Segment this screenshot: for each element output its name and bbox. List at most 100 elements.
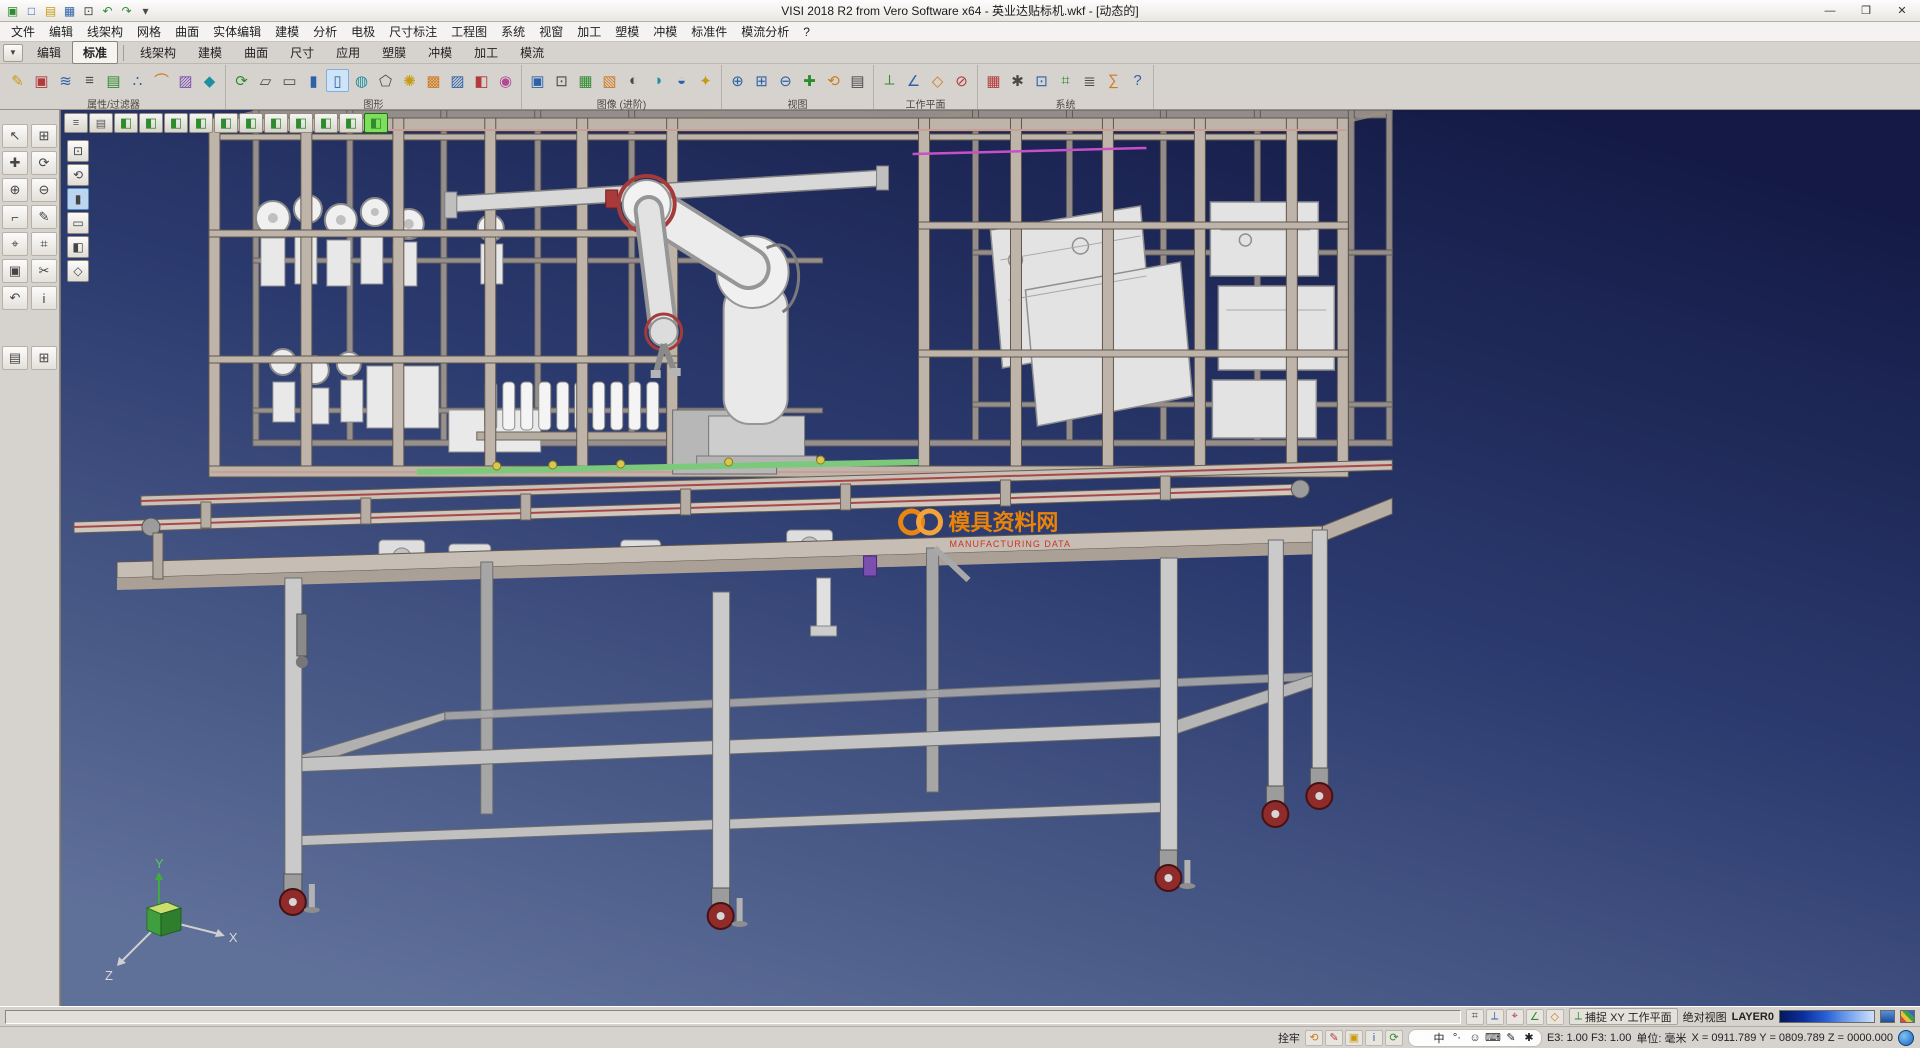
实体编辑[interactable]: 实体编辑 bbox=[206, 21, 268, 42]
filter-surfaces-icon[interactable]: ▨ bbox=[174, 69, 197, 92]
cad-scene-canvas[interactable]: 模具资料网 MANUFACTURING DATA Y X Z bbox=[61, 110, 1920, 1006]
shadow-icon[interactable]: ◐ bbox=[622, 69, 645, 92]
view-iso-nw-icon[interactable]: ◧ bbox=[264, 113, 288, 133]
ribbon-tab[interactable]: 线架构 bbox=[129, 41, 187, 64]
标准件[interactable]: 标准件 bbox=[684, 21, 734, 42]
view-manager-icon[interactable]: ▤ bbox=[89, 113, 113, 133]
ime-toolbox-icon[interactable]: ✱ bbox=[1521, 1030, 1537, 1046]
view-iso-se-icon[interactable]: ◧ bbox=[339, 113, 363, 133]
rotate-cube-icon[interactable]: ⟲ bbox=[67, 164, 89, 186]
3d-viewport[interactable]: ≡▤◧◧◧◧◧◧◧◧◧◧◧ ⊡⟲▮▭◧◇ bbox=[60, 110, 1920, 1006]
tab-overflow-button[interactable]: ▼ bbox=[3, 44, 23, 62]
active-layer-label[interactable]: LAYER0 bbox=[1732, 1011, 1774, 1023]
ribbon-tab[interactable]: 冲模 bbox=[417, 41, 463, 64]
undo-icon[interactable]: ↶ bbox=[98, 2, 117, 19]
workplane-segment[interactable]: ⟂ 捕捉 XY 工作平面 bbox=[1569, 1008, 1678, 1025]
grid-icon[interactable]: ⌗ bbox=[31, 232, 57, 256]
quality-icon[interactable]: ✦ bbox=[694, 69, 717, 92]
new-file-icon[interactable]: □ bbox=[22, 2, 41, 19]
minimize-button[interactable]: — bbox=[1812, 0, 1848, 21]
annotate-icon[interactable]: ✎ bbox=[31, 205, 57, 229]
filter-points-icon[interactable]: ∴ bbox=[126, 69, 149, 92]
print-icon[interactable]: ⊡ bbox=[79, 2, 98, 19]
ime-punctuation-icon[interactable]: °· bbox=[1449, 1030, 1465, 1046]
filter-solids-icon[interactable]: ◆ bbox=[198, 69, 221, 92]
加工[interactable]: 加工 bbox=[570, 21, 608, 42]
perspective-icon[interactable]: ⬠ bbox=[374, 69, 397, 92]
undo-view-icon[interactable]: ↶ bbox=[2, 286, 28, 310]
视窗[interactable]: 视窗 bbox=[532, 21, 570, 42]
zoom-previous-icon[interactable]: ⊖ bbox=[774, 69, 797, 92]
refresh-status-icon[interactable]: ⟳ bbox=[1385, 1030, 1403, 1046]
zoom-all-icon[interactable]: ⊕ bbox=[726, 69, 749, 92]
view-bottom-icon[interactable]: ◧ bbox=[239, 113, 263, 133]
shaded-mode-icon[interactable]: ▮ bbox=[302, 69, 325, 92]
view-right-icon[interactable]: ◧ bbox=[189, 113, 213, 133]
zoom-in-icon[interactable]: ⊕ bbox=[2, 178, 28, 202]
zoom-window-icon[interactable]: ⊞ bbox=[750, 69, 773, 92]
分析[interactable]: 分析 bbox=[306, 21, 344, 42]
select-icon[interactable]: ↖ bbox=[2, 124, 28, 148]
settings-icon[interactable]: ✱ bbox=[1006, 69, 1029, 92]
ribbon-tab[interactable]: 尺寸 bbox=[279, 41, 325, 64]
line-thickness-icon[interactable]: ≡ bbox=[78, 69, 101, 92]
reflection-icon[interactable]: ◑ bbox=[646, 69, 669, 92]
pan-icon[interactable]: ✚ bbox=[798, 69, 821, 92]
塑模[interactable]: 塑模 bbox=[608, 21, 646, 42]
ambient-occlusion-icon[interactable]: ◒ bbox=[670, 69, 693, 92]
workplane-reset-icon[interactable]: ⊘ bbox=[950, 69, 973, 92]
ime-mic-icon[interactable]: ✎ bbox=[1503, 1030, 1519, 1046]
fit-view-icon[interactable]: ⊡ bbox=[67, 140, 89, 162]
view-menu-icon[interactable]: ≡ bbox=[64, 113, 88, 133]
layers-panel-icon[interactable]: ▤ bbox=[2, 346, 28, 370]
zoom-out-icon[interactable]: ⊖ bbox=[31, 178, 57, 202]
rotate-view-icon[interactable]: ⟲ bbox=[822, 69, 845, 92]
view-left-icon[interactable]: ◧ bbox=[164, 113, 188, 133]
print-image-icon[interactable]: ⊡ bbox=[550, 69, 573, 92]
lock-label[interactable]: 拴牢 bbox=[1278, 1030, 1300, 1046]
ribbon-tab[interactable]: 标准 bbox=[72, 41, 118, 64]
filter-curves-icon[interactable]: ⌒ bbox=[150, 69, 173, 92]
measure-icon[interactable]: ⌐ bbox=[2, 205, 28, 229]
dynamic-section-icon[interactable]: ◧ bbox=[470, 69, 493, 92]
曲面[interactable]: 曲面 bbox=[168, 21, 206, 42]
?[interactable]: ? bbox=[796, 23, 817, 41]
shade-toggle-icon[interactable]: ▮ bbox=[67, 188, 89, 210]
save-icon[interactable]: ▦ bbox=[60, 2, 79, 19]
wireframe-mode-icon[interactable]: ▱ bbox=[254, 69, 277, 92]
编辑[interactable]: 编辑 bbox=[42, 21, 80, 42]
attributes-icon[interactable]: ✎ bbox=[6, 69, 29, 92]
help-icon[interactable]: ? bbox=[1126, 69, 1149, 92]
multi-select-icon[interactable]: ⊞ bbox=[31, 124, 57, 148]
系统[interactable]: 系统 bbox=[494, 21, 532, 42]
redraw-icon[interactable]: ⟳ bbox=[230, 69, 253, 92]
layer-manager-icon[interactable]: ▤ bbox=[102, 69, 125, 92]
view-mode-label[interactable]: 绝对视图 bbox=[1683, 1009, 1727, 1025]
模流分析[interactable]: 模流分析 bbox=[734, 21, 796, 42]
view-iso-ne-icon[interactable]: ◧ bbox=[289, 113, 313, 133]
ime-mode-icon[interactable]: 中 bbox=[1431, 1030, 1447, 1046]
monitor-icon[interactable]: ⊡ bbox=[1030, 69, 1053, 92]
pan-hand-icon[interactable]: ✚ bbox=[2, 151, 28, 175]
workplane-xy-icon[interactable]: ⟂ bbox=[878, 69, 901, 92]
shaded-edges-mode-icon[interactable]: ▯ bbox=[326, 69, 349, 92]
view-list-icon[interactable]: ▤ bbox=[846, 69, 869, 92]
ortho-toggle-icon[interactable]: ⟂ bbox=[1486, 1009, 1504, 1025]
ime-keyboard-icon[interactable]: ⌨ bbox=[1485, 1030, 1501, 1046]
database-icon[interactable]: ≣ bbox=[1078, 69, 1101, 92]
color-palette-chip[interactable] bbox=[1900, 1010, 1915, 1023]
hidden-line-mode-icon[interactable]: ▭ bbox=[278, 69, 301, 92]
plane-display-icon[interactable]: ◇ bbox=[1546, 1009, 1564, 1025]
copy-icon[interactable]: ▣ bbox=[2, 259, 28, 283]
线架构[interactable]: 线架构 bbox=[80, 21, 130, 42]
lighting-icon[interactable]: ✺ bbox=[398, 69, 421, 92]
snap-icon[interactable]: ⌖ bbox=[2, 232, 28, 256]
电极[interactable]: 电极 bbox=[344, 21, 382, 42]
info-toggle-icon[interactable]: i bbox=[1365, 1030, 1383, 1046]
color-picker-icon[interactable]: ▣ bbox=[30, 69, 53, 92]
iso-toggle-icon[interactable]: ◇ bbox=[67, 260, 89, 282]
calculator-icon[interactable]: ⌗ bbox=[1054, 69, 1077, 92]
ime-emoji-icon[interactable]: ☺ bbox=[1467, 1030, 1483, 1046]
network-globe-icon[interactable] bbox=[1898, 1030, 1914, 1046]
文件[interactable]: 文件 bbox=[4, 21, 42, 42]
